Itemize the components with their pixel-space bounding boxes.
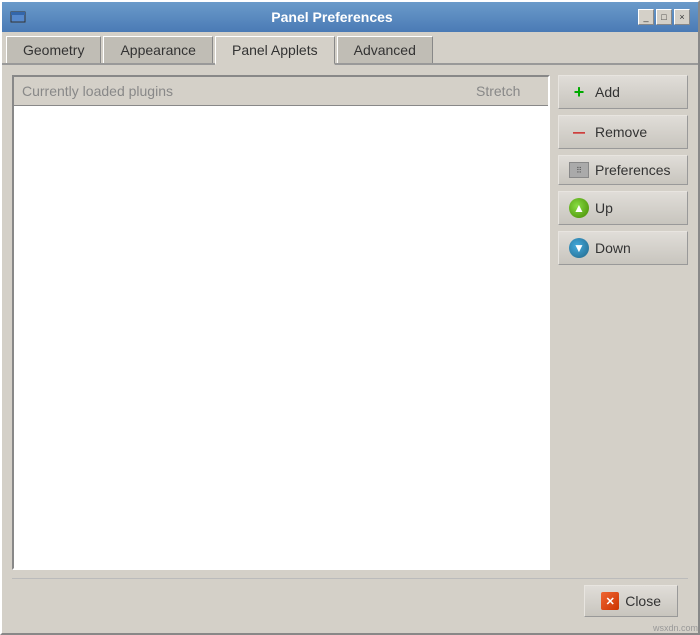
preferences-button[interactable]: ⠿ Preferences bbox=[558, 155, 688, 185]
close-icon: ✕ bbox=[601, 592, 619, 610]
tab-advanced[interactable]: Advanced bbox=[337, 36, 433, 63]
remove-icon bbox=[569, 122, 589, 142]
col-stretch-header: Stretch bbox=[468, 81, 548, 101]
add-button[interactable]: Add bbox=[558, 75, 688, 109]
watermark: wsxdn.com bbox=[653, 623, 698, 633]
maximize-button[interactable]: □ bbox=[656, 9, 672, 25]
remove-label: Remove bbox=[595, 124, 647, 140]
preferences-icon: ⠿ bbox=[569, 162, 589, 178]
side-buttons: Add Remove ⠿ Preferences ▲ Up bbox=[558, 75, 688, 570]
tab-panel-applets[interactable]: Panel Applets bbox=[215, 36, 335, 65]
close-label: Close bbox=[625, 593, 661, 609]
add-label: Add bbox=[595, 84, 620, 100]
up-label: Up bbox=[595, 200, 613, 216]
col-plugins-header: Currently loaded plugins bbox=[14, 81, 468, 101]
close-button[interactable]: ✕ Close bbox=[584, 585, 678, 617]
main-area: Currently loaded plugins Stretch Add Rem… bbox=[12, 75, 688, 570]
down-icon: ▼ bbox=[569, 238, 589, 258]
tab-bar: Geometry Appearance Panel Applets Advanc… bbox=[2, 32, 698, 65]
up-icon: ▲ bbox=[569, 198, 589, 218]
close-button-title[interactable]: × bbox=[674, 9, 690, 25]
window-title: Panel Preferences bbox=[26, 9, 638, 25]
window-icon bbox=[10, 9, 26, 25]
preferences-label: Preferences bbox=[595, 162, 670, 178]
table-header: Currently loaded plugins Stretch bbox=[14, 77, 548, 106]
plugin-table: Currently loaded plugins Stretch bbox=[12, 75, 550, 570]
titlebar: Panel Preferences _ □ × bbox=[2, 2, 698, 32]
bottom-bar: ✕ Close bbox=[12, 578, 688, 623]
up-button[interactable]: ▲ Up bbox=[558, 191, 688, 225]
remove-button[interactable]: Remove bbox=[558, 115, 688, 149]
tab-appearance[interactable]: Appearance bbox=[103, 36, 213, 63]
window-controls: _ □ × bbox=[638, 9, 690, 25]
tab-geometry[interactable]: Geometry bbox=[6, 36, 101, 63]
minimize-button[interactable]: _ bbox=[638, 9, 654, 25]
table-body[interactable] bbox=[14, 106, 548, 568]
add-icon bbox=[569, 82, 589, 102]
down-button[interactable]: ▼ Down bbox=[558, 231, 688, 265]
main-window: Panel Preferences _ □ × Geometry Appeara… bbox=[0, 0, 700, 635]
content-area: Currently loaded plugins Stretch Add Rem… bbox=[2, 65, 698, 633]
down-label: Down bbox=[595, 240, 631, 256]
